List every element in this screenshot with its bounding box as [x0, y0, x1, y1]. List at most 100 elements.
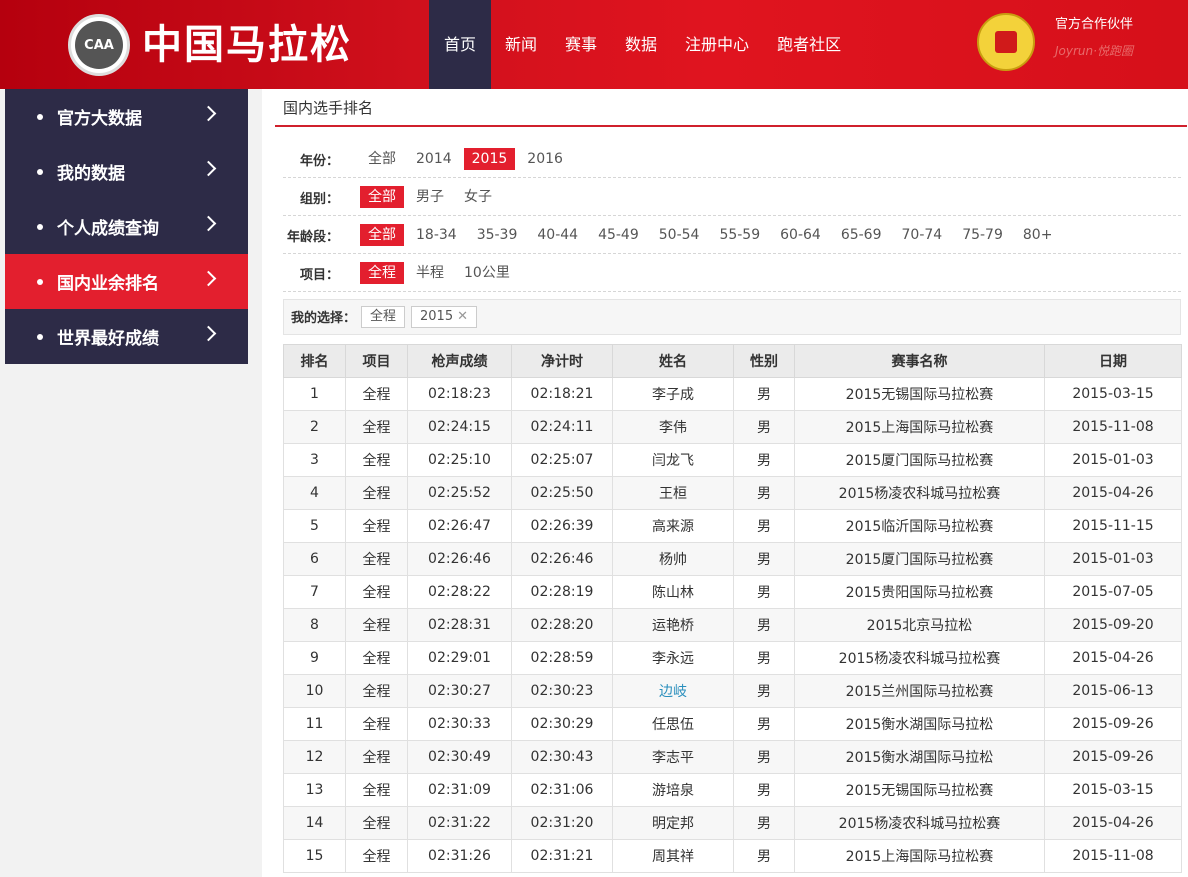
date-cell: 2015-09-20 [1044, 608, 1182, 642]
bullet-icon [37, 224, 43, 230]
filter-option-event[interactable]: 全程 [360, 262, 404, 284]
gender-cell: 男 [733, 377, 795, 411]
filter-option-age-group[interactable]: 55-59 [711, 224, 768, 246]
event-type-cell: 全程 [345, 641, 408, 675]
bullet-icon [37, 334, 43, 340]
gender-cell: 男 [733, 476, 795, 510]
filter-option-group[interactable]: 男子 [408, 186, 452, 208]
filter-option-age-group[interactable]: 80+ [1015, 224, 1061, 246]
filter-option-group[interactable]: 女子 [456, 186, 500, 208]
net-time-cell: 02:31:21 [511, 839, 613, 873]
filter-option-year[interactable]: 2014 [408, 148, 460, 170]
table-row: 6 全程 02:26:46 02:26:46 杨帅男 2015厦门国际马拉松赛 2015-0… [283, 542, 1182, 576]
seal-emblem-icon [995, 31, 1017, 53]
filter-option-age-group[interactable]: 18-34 [408, 224, 465, 246]
race-name-link[interactable]: 2015北京马拉松 [794, 608, 1045, 642]
rank-cell: 1 [283, 377, 346, 411]
filter-option-age-group[interactable]: 40-44 [529, 224, 586, 246]
filter-row-age-group: 年龄段： 全部 18-34 35-39 40-44 45-49 50-54 55-59 60-6… [283, 216, 1181, 254]
race-name-link[interactable]: 2015无锡国际马拉松赛 [794, 773, 1045, 807]
sidebar-item-world-best-results[interactable]: 世界最好成绩 [5, 309, 248, 364]
site-logo-text[interactable]: 中国马拉松 [142, 18, 352, 72]
gender-cell: 男 [733, 608, 795, 642]
nav-home[interactable]: 首页 [429, 0, 491, 89]
sidebar: 官方大数据我的数据 个人成绩查询国内业余排名世界最好成绩 [0, 89, 262, 877]
chevron-right-icon [200, 160, 217, 177]
filter-option-group[interactable]: 全部 [360, 186, 404, 208]
column-header: 枪声成绩 [407, 344, 512, 378]
race-name-link[interactable]: 2015无锡国际马拉松赛 [794, 377, 1045, 411]
filter-option-age-group[interactable]: 70-74 [894, 224, 951, 246]
filter-option-age-group[interactable]: 75-79 [954, 224, 1011, 246]
runner-name-cell[interactable]: 边岐 [612, 674, 734, 708]
filter-option-age-group[interactable]: 60-64 [772, 224, 829, 246]
race-name-link[interactable]: 2015衡水湖国际马拉松 [794, 740, 1045, 774]
filter-option-year[interactable]: 2015 [463, 148, 516, 170]
race-name-link[interactable]: 2015厦门国际马拉松赛 [794, 542, 1045, 576]
gun-time-cell: 02:26:47 [407, 509, 512, 543]
filter-option-year[interactable]: 全部 [360, 148, 404, 170]
filter-option-age-group[interactable]: 45-49 [590, 224, 647, 246]
sidebar-item-personal-results-search[interactable]: 个人成绩查询 [5, 199, 248, 254]
race-name-link[interactable]: 2015杨凌农科城马拉松赛 [794, 476, 1045, 510]
partner-logo-text[interactable]: Joyrun·悦跑圈 [1055, 42, 1133, 59]
rank-cell: 5 [283, 509, 346, 543]
filter-options: 全部 2014 2015 2016 [360, 148, 575, 170]
table-row: 7 全程 02:28:22 02:28:19 陈山林男 2015贵阳国际马拉松赛 2015-… [283, 575, 1182, 609]
net-time-cell: 02:30:29 [511, 707, 613, 741]
gun-time-cell: 02:30:49 [407, 740, 512, 774]
net-time-cell: 02:30:23 [511, 674, 613, 708]
race-name-link[interactable]: 2015杨凌农科城马拉松赛 [794, 641, 1045, 675]
gun-time-cell: 02:30:27 [407, 674, 512, 708]
close-icon[interactable]: ✕ [457, 309, 468, 324]
nav-events[interactable]: 赛事 [551, 0, 611, 89]
rank-cell: 4 [283, 476, 346, 510]
race-name-link[interactable]: 2015上海国际马拉松赛 [794, 410, 1045, 444]
filter-option-event[interactable]: 半程 [408, 262, 452, 284]
sidebar-item-official-big-data[interactable]: 官方大数据 [5, 89, 248, 144]
race-name-link[interactable]: 2015上海国际马拉松赛 [794, 839, 1045, 873]
net-time-cell: 02:25:07 [511, 443, 613, 477]
chevron-right-icon [200, 325, 217, 342]
sidebar-item-label: 国内业余排名 [57, 274, 159, 294]
filter-option-age-group[interactable]: 全部 [360, 224, 404, 246]
column-header: 项目 [345, 344, 408, 378]
selection-tag-event[interactable]: 全程 [361, 306, 406, 328]
date-cell: 2015-03-15 [1044, 377, 1182, 411]
race-name-link[interactable]: 2015衡水湖国际马拉松 [794, 707, 1045, 741]
column-header: 净计时 [511, 344, 613, 378]
nav-news[interactable]: 新闻 [491, 0, 551, 89]
date-cell: 2015-01-03 [1044, 443, 1182, 477]
sidebar-item-domestic-amateur-ranking[interactable]: 国内业余排名 [5, 254, 248, 309]
filter-option-event[interactable]: 10公里 [456, 262, 518, 284]
table-row: 5 全程 02:26:47 02:26:39 高来源男 2015临沂国际马拉松赛 2015-… [283, 509, 1182, 543]
rank-cell: 7 [283, 575, 346, 609]
gender-cell: 男 [733, 773, 795, 807]
selection-tag-year[interactable]: 2015 ✕ [411, 306, 477, 328]
filter-label: 年龄段： [286, 230, 339, 245]
athletic-association-seal-icon[interactable] [977, 13, 1035, 71]
gender-cell: 男 [733, 740, 795, 774]
event-type-cell: 全程 [345, 509, 408, 543]
race-name-link[interactable]: 2015厦门国际马拉松赛 [794, 443, 1045, 477]
net-time-cell: 02:24:11 [511, 410, 613, 444]
gun-time-cell: 02:31:22 [407, 806, 512, 840]
filter-option-year[interactable]: 2016 [519, 148, 571, 170]
race-name-link[interactable]: 2015贵阳国际马拉松赛 [794, 575, 1045, 609]
filter-option-age-group[interactable]: 50-54 [651, 224, 708, 246]
nav-runner-community[interactable]: 跑者社区 [763, 0, 855, 89]
gun-time-cell: 02:25:10 [407, 443, 512, 477]
runner-name-cell: 周其祥 [612, 839, 734, 873]
race-name-link[interactable]: 2015杨凌农科城马拉松赛 [794, 806, 1045, 840]
table-row: 10 全程 02:30:27 02:30:23 边岐男 2015兰州国际马拉松赛 2015-… [283, 674, 1182, 708]
filter-option-age-group[interactable]: 65-69 [833, 224, 890, 246]
filter-option-age-group[interactable]: 35-39 [469, 224, 526, 246]
runner-name-cell: 李志平 [612, 740, 734, 774]
sidebar-item-my-data[interactable]: 我的数据 [5, 144, 248, 199]
race-name-link[interactable]: 2015兰州国际马拉松赛 [794, 674, 1045, 708]
caa-logo[interactable]: CAA [68, 14, 130, 76]
sidebar-item-label: 官方大数据 [57, 109, 142, 129]
race-name-link[interactable]: 2015临沂国际马拉松赛 [794, 509, 1045, 543]
nav-registration[interactable]: 注册中心 [671, 0, 763, 89]
nav-data[interactable]: 数据 [611, 0, 671, 89]
